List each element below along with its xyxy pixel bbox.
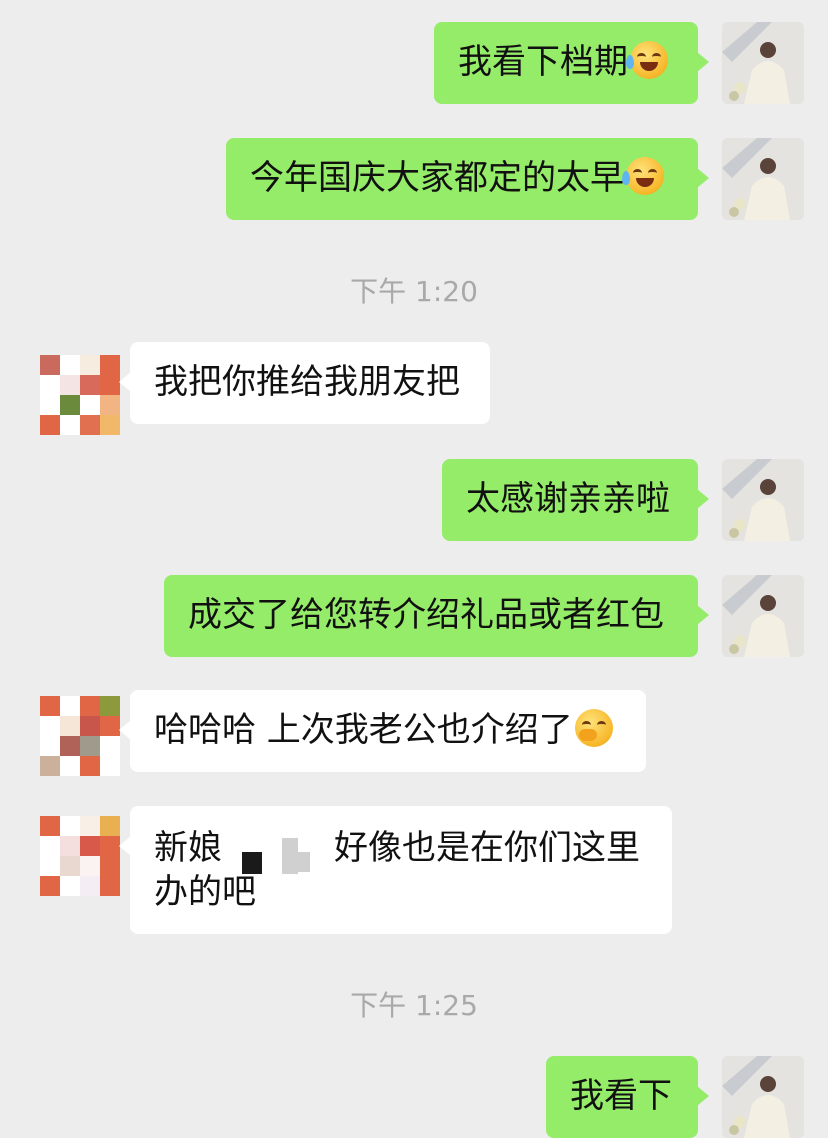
message-bubble-received[interactable]: 新娘 好像也是在你们这里 办的吧 <box>119 806 672 934</box>
my-avatar[interactable] <box>722 1056 804 1138</box>
message-text: 今年国庆大家都定的太早 <box>250 158 624 198</box>
message-bubble-received[interactable]: 哈哈哈 上次我老公也介绍了 <box>119 690 646 772</box>
message-bubble-sent[interactable]: 我看下 <box>546 1056 709 1138</box>
my-avatar[interactable] <box>722 22 804 104</box>
contact-avatar[interactable] <box>40 696 120 776</box>
contact-avatar[interactable] <box>40 355 120 435</box>
redaction-mark <box>298 852 310 872</box>
message-text: 新娘 <box>154 828 222 868</box>
my-avatar[interactable] <box>722 138 804 220</box>
message-text: 办的吧 <box>154 872 256 912</box>
message-bubble-sent[interactable]: 我看下档期 <box>434 22 709 104</box>
redaction-mark <box>242 852 262 874</box>
message-text: 太感谢亲亲啦 <box>466 479 670 519</box>
message-text: 好像也是在你们这里 <box>334 828 640 868</box>
message-line: 新娘 好像也是在你们这里 <box>154 826 648 870</box>
laughing-tears-emoji-icon <box>626 41 668 79</box>
my-avatar[interactable] <box>722 575 804 657</box>
message-text: 成交了给您转介绍礼品或者红包 <box>188 595 664 635</box>
redaction-mark <box>282 838 298 874</box>
message-bubble-received[interactable]: 我把你推给我朋友把 <box>119 342 490 424</box>
message-text: 我看下档期 <box>458 42 628 82</box>
chat-timestamp: 下午 1:20 <box>350 275 478 308</box>
chat-timestamp: 下午 1:25 <box>350 989 478 1022</box>
message-text: 哈哈哈 上次我老公也介绍了 <box>154 710 573 750</box>
my-avatar[interactable] <box>722 459 804 541</box>
contact-avatar[interactable] <box>40 816 120 896</box>
message-bubble-sent[interactable]: 今年国庆大家都定的太早 <box>226 138 709 220</box>
message-bubble-sent[interactable]: 太感谢亲亲啦 <box>442 459 709 541</box>
laughing-tears-emoji-icon <box>622 157 664 195</box>
face-with-hand-over-mouth-emoji-icon <box>574 709 613 747</box>
message-bubble-sent[interactable]: 成交了给您转介绍礼品或者红包 <box>164 575 709 657</box>
message-text: 我把你推给我朋友把 <box>154 362 460 402</box>
message-text: 我看下 <box>570 1076 672 1116</box>
